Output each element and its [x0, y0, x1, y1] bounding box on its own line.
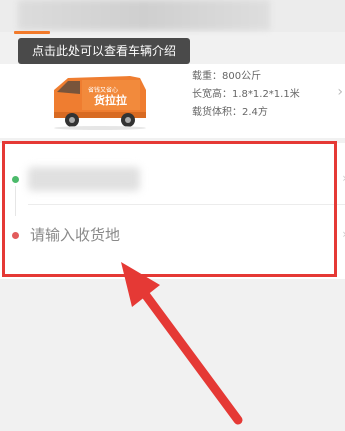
annotation-arrow	[121, 262, 243, 425]
